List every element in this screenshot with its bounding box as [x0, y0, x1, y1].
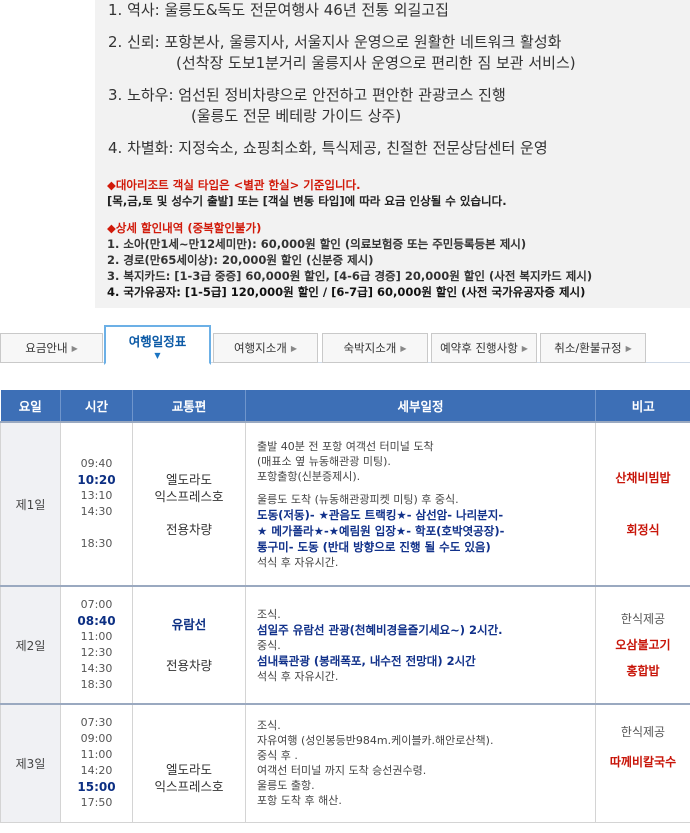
- transport-cell: 엘도라도 익스프레스호: [132, 703, 246, 823]
- discount-title: ◆상세 할인내역 (중복할인불가): [107, 221, 262, 235]
- discount-item: 2. 경로(만65세이상): 20,000원 할인 (신분증 제시): [107, 253, 374, 267]
- discount-item: 1. 소아(만1세~만12세미만): 60,000원 할인 (의료보험증 또는 …: [107, 237, 527, 251]
- tab-fee-info[interactable]: 요금안내 ▶: [0, 333, 103, 363]
- time-cell: 07:30 09:00 11:00 14:20 15:00 17:50: [60, 703, 133, 823]
- tab-after-booking[interactable]: 예약후 진행사항 ▶: [431, 333, 537, 363]
- feature-point: 4. 차별화: 지정숙소, 쇼핑최소화, 특식제공, 친절한 전문상담센터 운영: [108, 139, 548, 157]
- header-note: 비고: [595, 390, 690, 422]
- table-row: 제3일 07:30 09:00 11:00 14:20 15:00 17:50 …: [0, 703, 690, 823]
- discount-item: 3. 복지카드: [1-3급 중증] 60,000원 할인, [4-6급 경증]…: [107, 269, 593, 283]
- caret-down-icon: ▼: [154, 350, 161, 360]
- header-transport: 교통편: [132, 390, 246, 422]
- header-day: 요일: [0, 390, 61, 422]
- header-schedule: 세부일정: [245, 390, 596, 422]
- note-cell: 한식제공 따께비칼국수: [595, 703, 690, 823]
- notice-title: ◆대아리조트 객실 타입은 <별관 한실> 기준입니다.: [107, 178, 361, 192]
- table-row: 제2일 07:00 08:40 11:00 12:30 14:30 18:30 …: [0, 585, 690, 705]
- day-cell: 제1일: [0, 421, 61, 587]
- feature-point: 2. 신뢰: 포항본사, 울릉지사, 서울지사 운영으로 원활한 네트워크 활성…: [108, 33, 576, 72]
- tab-itinerary[interactable]: 여행일정표 ▼: [104, 325, 211, 365]
- discount-item: 4. 국가유공자: [1-5급] 120,000원 할인 / [6-7급] 60…: [107, 285, 586, 299]
- note-cell: 한식제공 오삼불고기 홍합밥: [595, 585, 690, 705]
- transport-cell: 유람선 전용차량: [132, 585, 246, 705]
- time-cell: 07:00 08:40 11:00 12:30 14:30 18:30: [60, 585, 133, 705]
- chevron-right-icon: ▶: [625, 343, 632, 353]
- schedule-cell: 조식. 섬일주 유람선 관광(천혜비경을즐기세요~) 2시간. 중식. 섬내륙관…: [245, 585, 596, 705]
- note-cell: 산채비빔밥 회정식: [595, 421, 690, 587]
- time-cell: 09:40 10:20 13:10 14:30 18:30: [60, 421, 133, 587]
- transport-cell: 엘도라도 익스프레스호 전용차량: [132, 421, 246, 587]
- intro-panel: 1. 역사: 울릉도&독도 전문여행사 46년 전통 외길고집 2. 신뢰: 포…: [95, 0, 690, 308]
- notice-block: ◆대아리조트 객실 타입은 <별관 한실> 기준입니다. [목,금,토 및 성수…: [107, 177, 592, 300]
- schedule-cell: 조식. 자유여행 (성인봉등반984m.케이블카.해안로산책). 중식 후 . …: [245, 703, 596, 823]
- chevron-right-icon: ▶: [521, 343, 528, 353]
- table-header-row: 요일 시간 교통편 세부일정 비고: [0, 390, 690, 422]
- day-cell: 제2일: [0, 585, 61, 705]
- tab-destination[interactable]: 여행지소개 ▶: [213, 333, 318, 363]
- tab-lodging[interactable]: 숙박지소개 ▶: [322, 333, 428, 363]
- feature-point: 3. 노하우: 엄선된 정비차량으로 안전하고 편안한 관광코스 진행 (울릉도…: [108, 86, 506, 125]
- header-time: 시간: [60, 390, 133, 422]
- chevron-right-icon: ▶: [400, 343, 407, 353]
- chevron-right-icon: ▶: [71, 343, 78, 353]
- schedule-cell: 출발 40분 전 포항 여객선 터미널 도착 (매표소 옆 뉴동해관광 미팅).…: [245, 421, 596, 587]
- tab-bar: 요금안내 ▶ 여행일정표 ▼ 여행지소개 ▶ 숙박지소개 ▶ 예약후 진행사항 ▶ 취소/…: [0, 316, 690, 368]
- table-row: 제1일 09:40 10:20 13:10 14:30 18:30 엘도라도 익…: [0, 421, 690, 587]
- tab-cancel-refund[interactable]: 취소/환불규정 ▶: [540, 333, 646, 363]
- feature-point: 1. 역사: 울릉도&독도 전문여행사 46년 전통 외길고집: [108, 1, 449, 19]
- chevron-right-icon: ▶: [290, 343, 298, 353]
- itinerary-table: 요일 시간 교통편 세부일정 비고 제1일 09:40 10:20 13:10 …: [0, 390, 690, 823]
- feature-points: 1. 역사: 울릉도&독도 전문여행사 46년 전통 외길고집 2. 신뢰: 포…: [108, 0, 576, 159]
- notice-body: [목,금,토 및 성수기 출발] 또는 [객실 변동 타입]에 따라 요금 인상…: [107, 194, 507, 208]
- day-cell: 제3일: [0, 703, 61, 823]
